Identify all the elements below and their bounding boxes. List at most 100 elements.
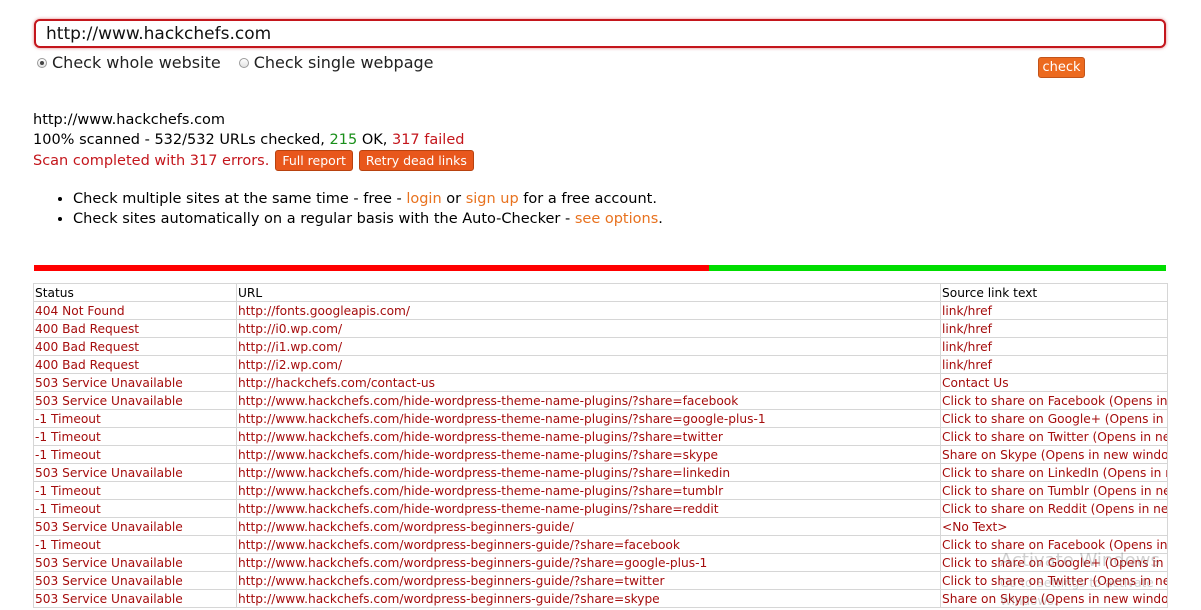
cell-url[interactable]: http://www.hackchefs.com/wordpress-begin… [236, 535, 941, 554]
cell-status: 400 Bad Request [33, 319, 237, 338]
progress-failed-segment [34, 265, 709, 271]
table-row: -1 Timeout http://www.hackchefs.com/hide-… [33, 499, 1168, 518]
cell-status: 404 Not Found [33, 301, 237, 320]
radio-whole-website[interactable]: Check whole website [37, 53, 221, 72]
table-row: -1 Timeout http://www.hackchefs.com/hide-… [33, 427, 1168, 446]
table-row: 400 Bad Request http://i0.wp.com/link/hre… [33, 319, 1168, 338]
ok-label: OK, [361, 132, 388, 148]
result-progress-bar [34, 265, 1166, 271]
promo-text: or [441, 191, 466, 207]
cell-url[interactable]: http://www.hackchefs.com/hide-wordpress-… [236, 445, 941, 464]
table-header-row: Status URL Source link text [33, 283, 1168, 302]
table-row: 400 Bad Request http://i1.wp.com/link/hre… [33, 337, 1168, 356]
table-row: 503 Service Unavailable http://www.hackch… [33, 391, 1168, 410]
cell-status: -1 Timeout [33, 535, 237, 554]
scan-summary: 100% scanned - 532/532 URLs checked, 215… [33, 130, 474, 150]
cell-url[interactable]: http://www.hackchefs.com/wordpress-begin… [236, 589, 941, 608]
login-link[interactable]: login [406, 191, 441, 207]
radio-whole-website-label: Check whole website [52, 53, 221, 72]
table-row: -1 Timeout http://www.hackchefs.com/hide-… [33, 409, 1168, 428]
cell-status: 400 Bad Request [33, 355, 237, 374]
cell-source-link-text: Click to share on Facebook (Opens in new… [940, 391, 1168, 410]
scan-completed-line: Scan completed with 317 errors. Full rep… [33, 150, 474, 171]
column-header-status: Status [33, 283, 237, 302]
signup-link[interactable]: sign up [466, 191, 519, 207]
table-row: 503 Service Unavailable http://www.hackch… [33, 553, 1168, 572]
radio-single-webpage[interactable]: Check single webpage [238, 53, 434, 72]
table-row: 404 Not Found http://fonts.googleapis.com… [33, 301, 1168, 320]
promo-text: Check sites automatically on a regular b… [73, 211, 575, 227]
cell-url[interactable]: http://www.hackchefs.com/hide-wordpress-… [236, 409, 941, 428]
cell-status: 400 Bad Request [33, 337, 237, 356]
radio-single-webpage-label: Check single webpage [253, 53, 434, 72]
table-row: 503 Service Unavailable http://www.hackch… [33, 517, 1168, 536]
cell-source-link-text: Click to share on Twitter (Opens in new … [940, 427, 1168, 446]
cell-url[interactable]: http://www.hackchefs.com/wordpress-begin… [236, 571, 941, 590]
cell-url[interactable]: http://www.hackchefs.com/hide-wordpress-… [236, 427, 941, 446]
cell-source-link-text: Contact Us [940, 373, 1168, 392]
scanned-label: scanned - [79, 132, 150, 148]
urls-checked-label: URLs checked, [219, 132, 325, 148]
table-row: 400 Bad Request http://i2.wp.com/link/hre… [33, 355, 1168, 374]
url-input[interactable] [34, 19, 1166, 48]
cell-url[interactable]: http://www.hackchefs.com/wordpress-begin… [236, 553, 941, 572]
cell-source-link-text: Click to share on Reddit (Opens in new w… [940, 499, 1168, 518]
retry-dead-links-button[interactable]: Retry dead links [358, 150, 474, 171]
ok-count: 215 [329, 132, 358, 148]
cell-source-link-text: Click to share on Facebook (Opens in new… [940, 535, 1168, 554]
cell-status: -1 Timeout [33, 499, 237, 518]
results-table-body: 404 Not Found http://fonts.googleapis.com… [33, 301, 1168, 608]
cell-url[interactable]: http://www.hackchefs.com/wordpress-begin… [236, 517, 941, 536]
cell-status: 503 Service Unavailable [33, 463, 237, 482]
cell-source-link-text: Click to share on Tumblr (Opens in new w… [940, 481, 1168, 500]
promo-text: Check multiple sites at the same time - … [73, 191, 407, 207]
cell-status: 503 Service Unavailable [33, 373, 237, 392]
cell-url[interactable]: http://i2.wp.com/ [236, 355, 941, 374]
table-row: 503 Service Unavailable http://hackchefs.… [33, 373, 1168, 392]
cell-url[interactable]: http://www.hackchefs.com/hide-wordpress-… [236, 481, 941, 500]
cell-url[interactable]: http://fonts.googleapis.com/ [236, 301, 941, 320]
promo-text: . [658, 211, 663, 227]
cell-source-link-text: Click to share on Twitter (Opens in new … [940, 571, 1168, 590]
cell-status: 503 Service Unavailable [33, 553, 237, 572]
check-button[interactable]: check [1038, 57, 1085, 78]
scanned-site: http://www.hackchefs.com [33, 112, 226, 128]
radio-unselected-icon[interactable] [238, 57, 249, 68]
page: Check whole website Check single webpage… [0, 0, 1201, 610]
cell-status: 503 Service Unavailable [33, 517, 237, 536]
table-row: 503 Service Unavailable http://www.hackch… [33, 571, 1168, 590]
promo-item-auto-checker: Check sites automatically on a regular b… [73, 209, 663, 229]
cell-url[interactable]: http://www.hackchefs.com/hide-wordpress-… [236, 391, 941, 410]
table-row: 503 Service Unavailable http://www.hackch… [33, 589, 1168, 608]
cell-status: -1 Timeout [33, 427, 237, 446]
cell-url[interactable]: http://i1.wp.com/ [236, 337, 941, 356]
table-row: 503 Service Unavailable http://www.hackch… [33, 463, 1168, 482]
full-report-button[interactable]: Full report [275, 150, 353, 171]
promo-list: Check multiple sites at the same time - … [55, 189, 663, 229]
progress-ok-segment [708, 265, 1166, 271]
table-row: -1 Timeout http://www.hackchefs.com/hide-… [33, 481, 1168, 500]
cell-source-link-text: link/href [940, 355, 1168, 374]
scan-result: http://www.hackchefs.com 100% scanned - … [33, 110, 474, 171]
scan-mode-options: Check whole website Check single webpage [37, 53, 452, 72]
cell-status: -1 Timeout [33, 445, 237, 464]
cell-url[interactable]: http://i0.wp.com/ [236, 319, 941, 338]
promo-item-multiple-sites: Check multiple sites at the same time - … [73, 189, 663, 209]
cell-source-link-text: Share on Skype (Opens in new window) [940, 589, 1168, 608]
radio-selected-icon[interactable] [37, 57, 47, 68]
cell-url[interactable]: http://www.hackchefs.com/hide-wordpress-… [236, 499, 941, 518]
promo-text: for a free account. [518, 191, 657, 207]
cell-url[interactable]: http://www.hackchefs.com/hide-wordpress-… [236, 463, 941, 482]
see-options-link[interactable]: see options [575, 211, 658, 227]
cell-source-link-text: Click to share on LinkedIn (Opens in new… [940, 463, 1168, 482]
scan-percent: 100% [33, 132, 75, 148]
cell-source-link-text: link/href [940, 301, 1168, 320]
cell-source-link-text: Share on Skype (Opens in new window) [940, 445, 1168, 464]
table-row: -1 Timeout http://www.hackchefs.com/hide-… [33, 445, 1168, 464]
url-count: 532/532 [154, 132, 215, 148]
cell-url[interactable]: http://hackchefs.com/contact-us [236, 373, 941, 392]
cell-source-link-text: link/href [940, 337, 1168, 356]
table-row: -1 Timeout http://www.hackchefs.com/wordp… [33, 535, 1168, 554]
cell-source-link-text: <No Text> [940, 517, 1168, 536]
cell-source-link-text: Click to share on Google+ (Opens in new … [940, 409, 1168, 428]
